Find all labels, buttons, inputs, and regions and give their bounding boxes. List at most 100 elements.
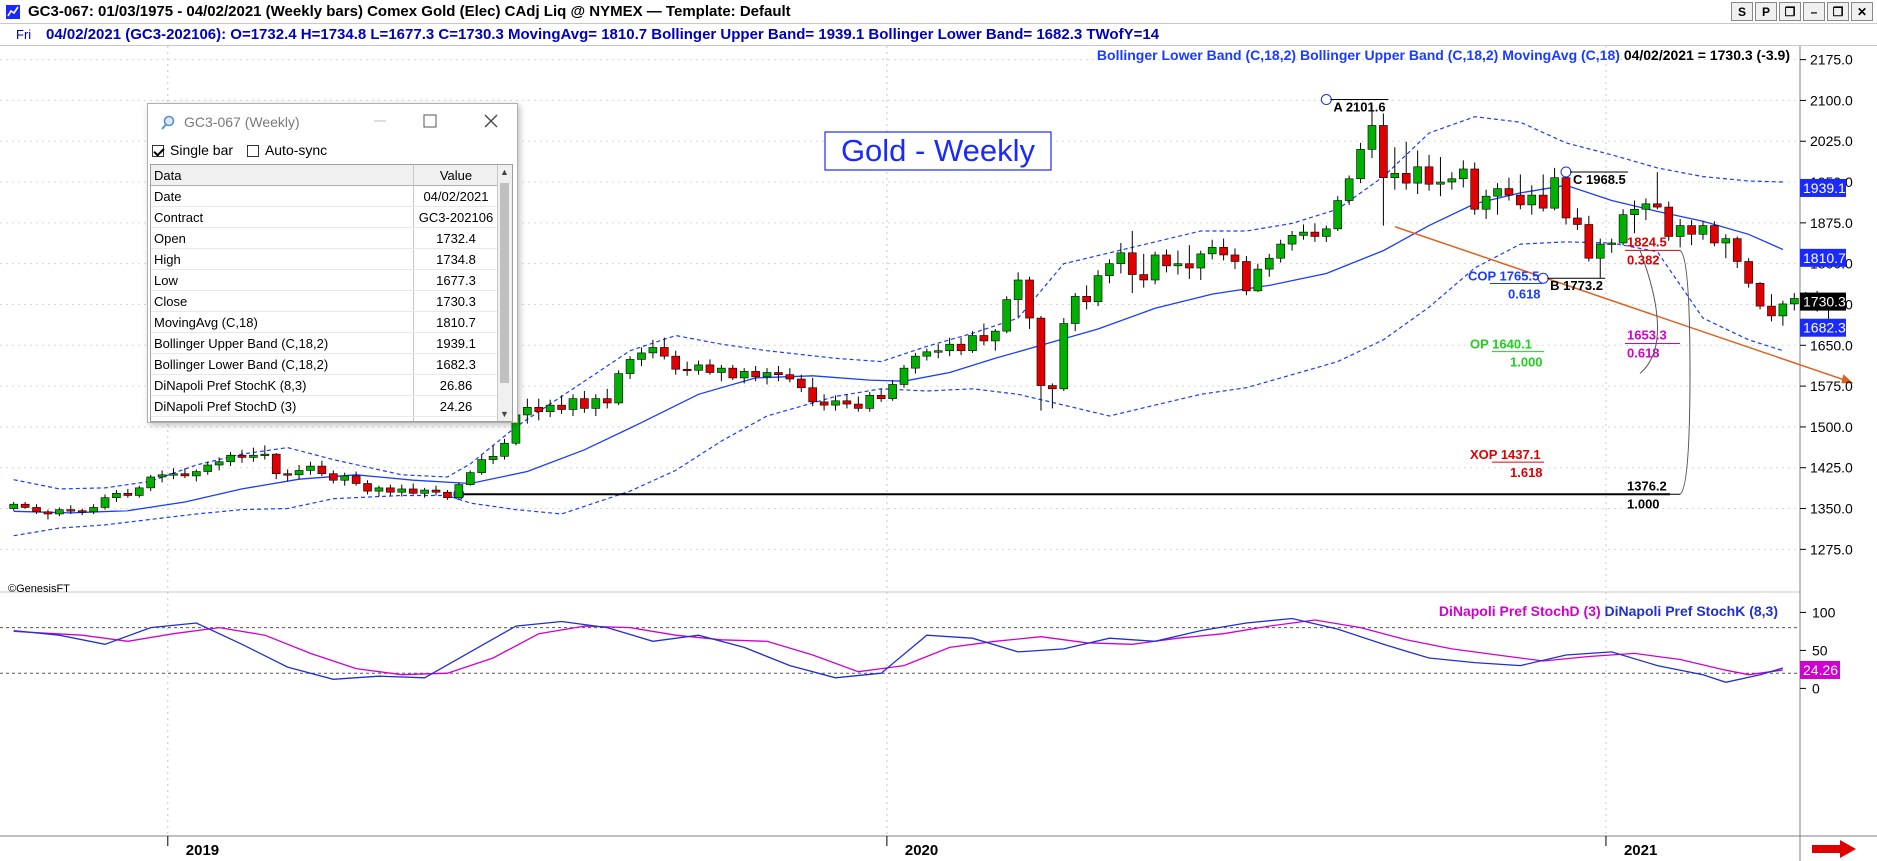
stoch-legend-item: DiNapoli Pref StochK (8,3) (1605, 603, 1778, 619)
candle-body (1127, 252, 1137, 275)
data-grid-row[interactable]: Contract GC3-202106 (151, 206, 499, 228)
candle-body (1664, 206, 1674, 237)
legend-last-value: 04/02/2021 = 1730.3 (-3.9) (1624, 47, 1790, 63)
candle-body (20, 503, 30, 508)
candle-body (956, 343, 966, 352)
projection-ratio: 1.618 (1510, 465, 1543, 480)
candle-body (1207, 247, 1217, 255)
candle-body (1710, 225, 1719, 244)
data-grid-row[interactable]: Close 1730.3 (151, 290, 499, 312)
price-tick-label: 1875.0 (1810, 215, 1853, 231)
single-bar-checkbox[interactable] (152, 145, 164, 157)
price-tick-label: 1650.0 (1810, 337, 1853, 353)
data-grid-row[interactable]: TradeDayOfMonth (151, 416, 499, 421)
candle-body (157, 474, 167, 478)
data-grid-row[interactable]: MovingAvg (C,18) 1810.7 (151, 311, 499, 333)
data-grid-row[interactable]: High 1734.8 (151, 248, 499, 270)
row-value (413, 416, 499, 421)
candle-body (443, 491, 452, 498)
auto-sync-checkbox[interactable] (246, 145, 259, 157)
price-tick-label: 2025.0 (1810, 133, 1853, 149)
pivot-label: B 1773.2 (1550, 278, 1603, 293)
candle-body (728, 367, 738, 379)
data-grid-row[interactable]: Date 04/02/2021 (151, 185, 499, 207)
pivot-label: A 2101.6 (1333, 100, 1385, 115)
candle-body (831, 400, 840, 406)
candle-body (694, 364, 703, 371)
candle-body (1196, 253, 1206, 269)
price-tick-label: 1350.0 (1810, 501, 1853, 517)
year-label: 2020 (905, 842, 938, 859)
candle-body (774, 372, 783, 375)
scrollbar-thumb[interactable] (500, 183, 509, 383)
candle-body (1481, 195, 1491, 210)
data-grid[interactable]: Data Value Date 04/02/2021 Contract GC3-202… (150, 164, 513, 422)
scroll-up-icon[interactable]: ▲ (500, 167, 509, 177)
projection-price: COP 1765.5 (1468, 268, 1539, 283)
p-button[interactable]: P (1755, 2, 1777, 21)
candle-body (1264, 257, 1274, 270)
candle-body (991, 330, 1000, 342)
candle-body (1356, 149, 1365, 180)
scroll-down-icon[interactable]: ▼ (500, 409, 509, 419)
data-window-dialog[interactable]: GC3-067 (Weekly) Single bar Auto-sync Da… (147, 103, 518, 423)
close-icon[interactable] (478, 110, 504, 132)
price-tick-label: 1575.0 (1810, 378, 1853, 394)
dialog-titlebar[interactable]: GC3-067 (Weekly) (148, 104, 517, 140)
candle-body (1687, 225, 1696, 235)
candle-body (1253, 268, 1263, 292)
row-value: 1682.3 (413, 353, 499, 375)
candle-body (1538, 194, 1548, 209)
candle-body (32, 507, 41, 513)
candle-body (1607, 242, 1616, 245)
candle-body (671, 355, 681, 370)
candle-body (1698, 225, 1708, 235)
data-grid-row[interactable]: Bollinger Lower Band (C,18,2) 1682.3 (151, 353, 499, 375)
candle-body (580, 398, 589, 409)
data-grid-row[interactable]: Bollinger Upper Band (C,18,2) 1939.1 (151, 332, 499, 354)
time-axis: 2019 2020 2021 (167, 836, 1657, 859)
data-grid-row[interactable]: Open 1732.4 (151, 227, 499, 249)
candle-body (112, 493, 121, 498)
candle-body (1789, 298, 1799, 305)
candle-body (1630, 208, 1639, 215)
scroll-right-arrow-icon[interactable] (1812, 840, 1856, 858)
s-button[interactable]: S (1731, 2, 1753, 21)
candle-body (1413, 166, 1422, 184)
candle-body (1013, 279, 1023, 300)
candle-body (1139, 274, 1148, 281)
candle-body (614, 373, 623, 404)
candle-body (226, 454, 235, 463)
price-marker-label: 1939.1 (1803, 180, 1846, 196)
column-header-data[interactable]: Data (151, 165, 414, 186)
candle-body (237, 454, 247, 458)
candle-body (66, 509, 76, 512)
candle-body (1367, 125, 1377, 150)
detach-button[interactable]: ❐ (1779, 2, 1801, 21)
price-tick-label: 1425.0 (1810, 460, 1853, 476)
minimize-icon[interactable] (368, 110, 392, 132)
candle-body (1504, 188, 1514, 196)
projection-price: XOP 1437.1 (1470, 447, 1541, 462)
column-header-value[interactable]: Value (413, 165, 499, 186)
candle-body (739, 371, 749, 379)
data-grid-row[interactable]: DiNapoli Pref StochK (8,3) 26.86 (151, 374, 499, 396)
fib-ratio: 1.000 (1627, 496, 1660, 511)
candle-body (899, 367, 909, 385)
row-value: 24.26 (413, 395, 499, 417)
data-grid-row[interactable]: Low 1677.3 (151, 269, 499, 291)
watermark: ©GenesisFT (8, 583, 70, 595)
restore-button[interactable]: ❐ (1827, 2, 1849, 21)
data-grid-row[interactable]: DiNapoli Pref StochD (3) 24.26 (151, 395, 499, 417)
row-name: Contract (151, 206, 414, 228)
minimize-button[interactable]: – (1803, 2, 1825, 21)
dialog-scrollbar[interactable]: ▲ ▼ (497, 165, 512, 421)
maximize-icon[interactable] (418, 110, 442, 132)
candle-body (134, 487, 144, 496)
candle-body (317, 465, 327, 475)
row-value: 1732.4 (413, 227, 499, 249)
projection-ratio: 0.618 (1508, 286, 1541, 301)
candle-body (1093, 275, 1103, 303)
candle-body (625, 359, 635, 374)
close-button[interactable]: ✕ (1851, 2, 1873, 21)
